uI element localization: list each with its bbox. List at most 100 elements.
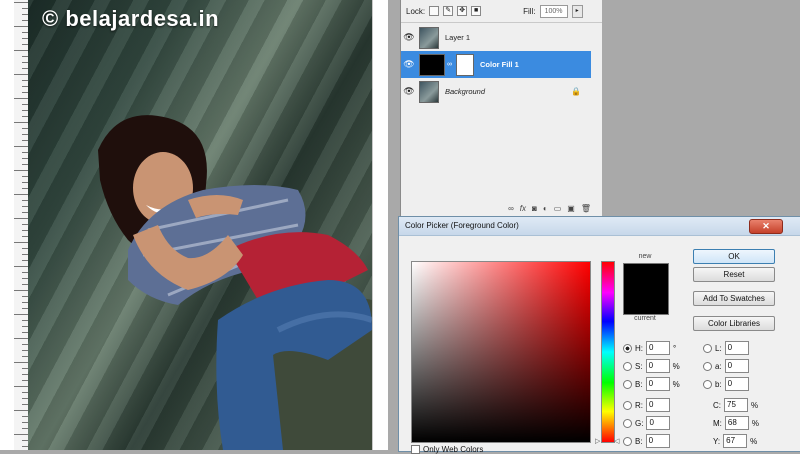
layer-row-color-fill-1[interactable]: 👁 ∞ Color Fill 1 bbox=[401, 51, 591, 78]
cyan-unit: % bbox=[751, 400, 759, 410]
b-channel-radio[interactable] bbox=[703, 379, 712, 389]
vertical-ruler bbox=[14, 0, 29, 450]
blue-row: B: 0 bbox=[623, 434, 670, 448]
lock-position-icon[interactable]: ✥ bbox=[457, 6, 468, 16]
hue-row: H: 0 ° bbox=[623, 341, 681, 355]
layers-bottom-toolbar: ∞ fx ◙ ◐ ▭ ▣ 🗑 bbox=[401, 200, 603, 216]
ruler-tick bbox=[14, 50, 28, 51]
hue-radio[interactable] bbox=[623, 343, 632, 353]
add-to-swatches-button[interactable]: Add To Swatches bbox=[693, 291, 775, 306]
green-row: G: 0 bbox=[623, 416, 671, 430]
brightness-row: B: 0 % bbox=[623, 377, 681, 391]
green-label: G: bbox=[635, 418, 644, 428]
link-icon[interactable]: ∞ bbox=[508, 204, 514, 213]
layer-name: Layer 1 bbox=[445, 33, 471, 42]
magenta-label: M: bbox=[713, 418, 722, 428]
photo-image[interactable] bbox=[28, 0, 372, 450]
lightness-radio[interactable] bbox=[703, 343, 712, 353]
hue-field[interactable]: 0 bbox=[646, 341, 670, 355]
hue-label: H: bbox=[635, 343, 643, 353]
layer-mask-thumbnail[interactable] bbox=[456, 53, 474, 76]
ruler-tick bbox=[14, 170, 28, 171]
document-canvas[interactable]: © belajardesa.in bbox=[0, 0, 388, 450]
lock-label: Lock: bbox=[406, 6, 426, 16]
a-channel-label: a: bbox=[715, 361, 722, 371]
close-button[interactable]: ✕ bbox=[749, 219, 783, 234]
adjustment-icon[interactable]: ◐ bbox=[543, 204, 548, 213]
ruler-tick bbox=[14, 386, 28, 387]
layer-row-background[interactable]: 👁 Background 🔒 bbox=[401, 78, 591, 105]
blue-field[interactable]: 0 bbox=[645, 434, 670, 448]
visibility-eye-icon[interactable]: 👁 bbox=[401, 59, 417, 70]
lock-all-icon[interactable]: ■ bbox=[471, 6, 482, 16]
blue-radio[interactable] bbox=[623, 436, 632, 446]
group-icon[interactable]: ▭ bbox=[554, 204, 562, 213]
layers-panel: Lock: ✎ ✥ ■ Fill: 100% ▸ 👁 Layer 1 👁 ∞ C… bbox=[400, 0, 604, 217]
saturation-radio[interactable] bbox=[623, 361, 632, 371]
saturation-field[interactable]: 0 bbox=[645, 359, 670, 373]
lock-pixels-icon[interactable]: ✎ bbox=[443, 6, 454, 16]
magenta-field[interactable]: 68 bbox=[724, 416, 749, 430]
visibility-eye-icon[interactable]: 👁 bbox=[401, 86, 417, 97]
blue-label: B: bbox=[635, 436, 643, 446]
lightness-field[interactable]: 0 bbox=[724, 341, 749, 355]
hue-slider[interactable] bbox=[601, 261, 615, 443]
hue-unit: ° bbox=[673, 343, 677, 353]
ruler-tick bbox=[14, 122, 28, 123]
brightness-unit: % bbox=[672, 379, 680, 389]
b-channel-row: b: 0 bbox=[703, 377, 749, 391]
hue-handle-right-icon[interactable]: ◁ bbox=[614, 437, 619, 445]
lightness-row: L: 0 bbox=[703, 341, 749, 355]
saturation-row: S: 0 % bbox=[623, 359, 681, 373]
b-channel-field[interactable]: 0 bbox=[724, 377, 749, 391]
ruler-tick bbox=[14, 26, 28, 27]
new-color-swatch bbox=[623, 263, 669, 315]
a-channel-radio[interactable] bbox=[703, 361, 712, 371]
saturation-brightness-field[interactable] bbox=[411, 261, 591, 443]
green-radio[interactable] bbox=[623, 418, 632, 428]
ruler-tick bbox=[14, 74, 28, 75]
color-libraries-button[interactable]: Color Libraries bbox=[693, 316, 775, 331]
visibility-eye-icon[interactable]: 👁 bbox=[401, 32, 417, 43]
hue-handle-left-icon[interactable]: ▷ bbox=[595, 437, 600, 445]
red-radio[interactable] bbox=[623, 400, 632, 410]
cyan-field[interactable]: 75 bbox=[724, 398, 748, 412]
ok-button[interactable]: OK bbox=[693, 249, 775, 264]
layer-row-layer-1[interactable]: 👁 Layer 1 bbox=[401, 24, 591, 51]
yellow-field[interactable]: 67 bbox=[723, 434, 748, 448]
magenta-unit: % bbox=[751, 418, 760, 428]
reset-button[interactable]: Reset bbox=[693, 267, 775, 282]
saturation-label: S: bbox=[635, 361, 643, 371]
fx-icon[interactable]: fx bbox=[520, 204, 526, 213]
canvas-margin bbox=[372, 0, 388, 450]
brightness-radio[interactable] bbox=[623, 379, 632, 389]
fill-color-thumbnail[interactable] bbox=[419, 53, 445, 76]
current-color-label: current bbox=[634, 315, 656, 322]
saturation-unit: % bbox=[672, 361, 680, 371]
magenta-row: M: 68 % bbox=[713, 416, 760, 430]
workspace-background bbox=[602, 0, 800, 216]
layer-thumbnail bbox=[419, 80, 439, 103]
red-label: R: bbox=[635, 400, 643, 410]
color-picker-dialog: Color Picker (Foreground Color) ✕ ▷ ◁ ne… bbox=[398, 216, 800, 454]
trash-icon[interactable]: 🗑 bbox=[581, 204, 591, 213]
layer-thumbnail bbox=[419, 26, 439, 49]
brightness-field[interactable]: 0 bbox=[645, 377, 670, 391]
ruler-tick bbox=[14, 194, 28, 195]
ruler-tick bbox=[14, 2, 28, 3]
fill-input[interactable]: 100% bbox=[539, 4, 568, 18]
dialog-title: Color Picker (Foreground Color) bbox=[399, 217, 800, 236]
green-field[interactable]: 0 bbox=[646, 416, 671, 430]
fill-arrow-icon[interactable]: ▸ bbox=[571, 4, 583, 18]
ruler-tick bbox=[14, 410, 28, 411]
ruler-tick bbox=[14, 338, 28, 339]
ruler-tick bbox=[14, 314, 28, 315]
fill-label: Fill: bbox=[523, 6, 536, 16]
new-layer-icon[interactable]: ▣ bbox=[567, 204, 575, 213]
a-channel-field[interactable]: 0 bbox=[724, 359, 749, 373]
ruler-tick bbox=[14, 434, 28, 435]
mask-icon[interactable]: ◙ bbox=[532, 204, 537, 213]
b-channel-label: b: bbox=[715, 379, 722, 389]
red-field[interactable]: 0 bbox=[646, 398, 670, 412]
lock-transparent-icon[interactable] bbox=[429, 6, 440, 16]
